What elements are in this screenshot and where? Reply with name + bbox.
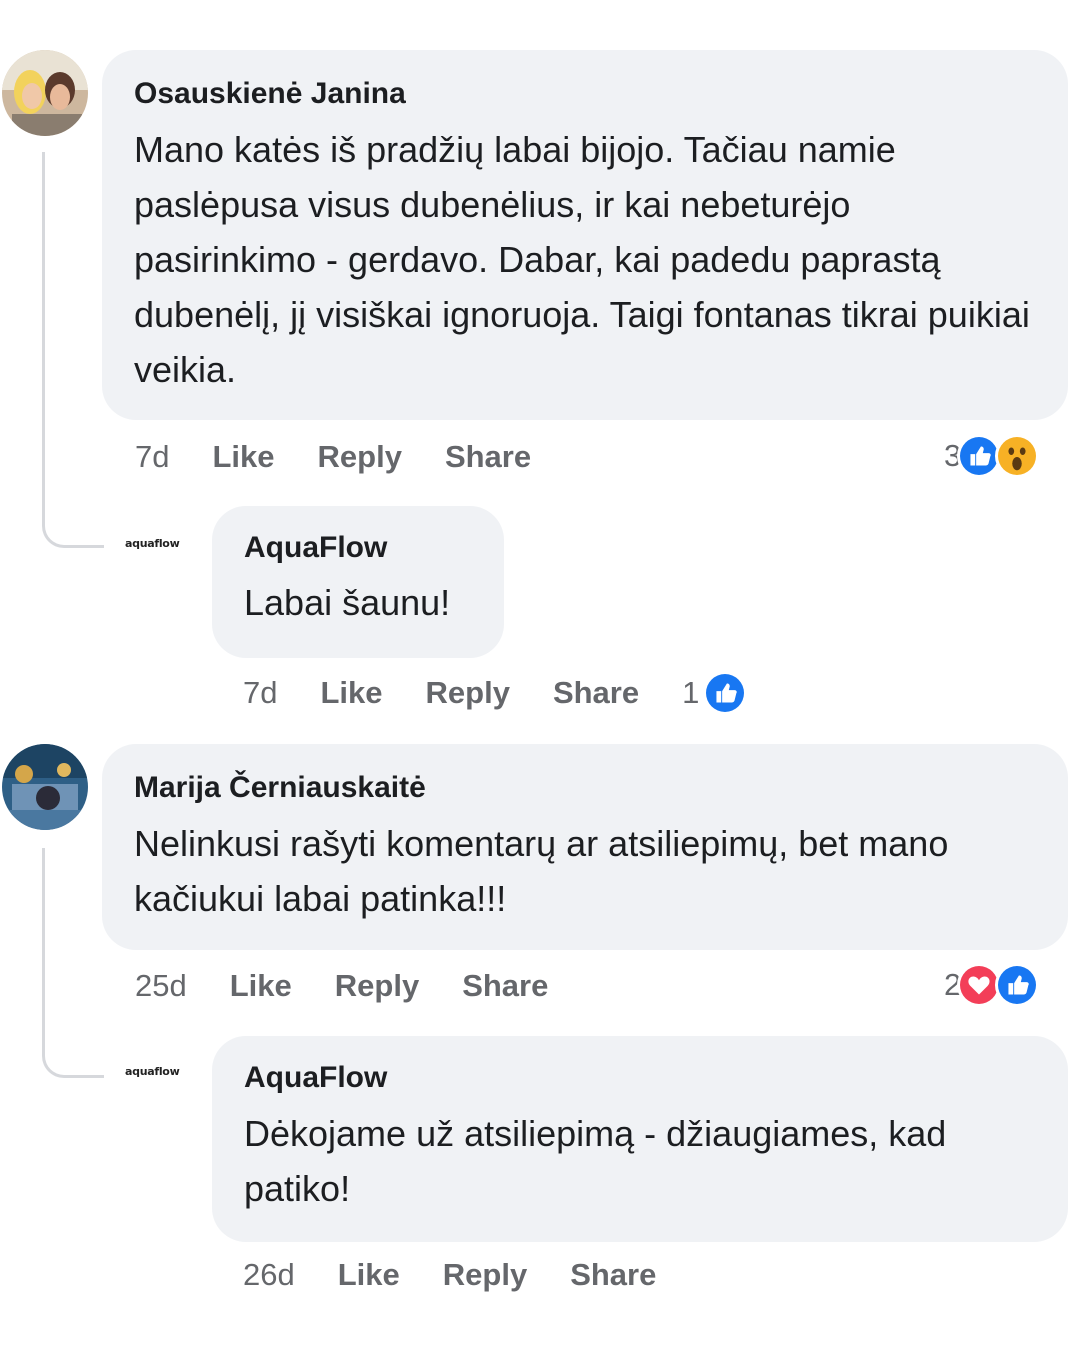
like-button[interactable]: Like: [230, 968, 292, 1004]
reply-author[interactable]: AquaFlow: [244, 530, 472, 566]
comment-age[interactable]: 25d: [135, 968, 187, 1004]
reply-button[interactable]: Reply: [335, 968, 419, 1004]
comment-author[interactable]: Osauskienė Janina: [134, 76, 1036, 112]
avatar[interactable]: [2, 744, 88, 830]
like-button[interactable]: Like: [338, 1257, 400, 1293]
reply-text: Dėkojame už atsiliepimą - džiaugiames, k…: [244, 1113, 947, 1209]
reply-author[interactable]: AquaFlow: [244, 1060, 1036, 1096]
like-icon[interactable]: [703, 671, 748, 715]
comment-bubble: Osauskienė Janina Mano katės iš pradžių …: [102, 50, 1068, 420]
comment-text: Nelinkusi rašyti komentarų ar atsiliepim…: [134, 823, 949, 919]
share-button[interactable]: Share: [570, 1257, 656, 1293]
share-button[interactable]: Share: [445, 439, 531, 475]
comment-age[interactable]: 7d: [135, 439, 169, 475]
reply-age[interactable]: 26d: [243, 1257, 295, 1293]
reaction-summary[interactable]: 3: [944, 433, 1040, 479]
reaction-summary[interactable]: 2: [944, 962, 1040, 1008]
share-button[interactable]: Share: [553, 675, 639, 711]
aquaflow-logo[interactable]: aquaflow: [125, 1065, 180, 1078]
thread-curve: [42, 508, 104, 548]
comment-actions: 25d Like Reply Share: [135, 963, 591, 1009]
reply-button[interactable]: Reply: [426, 675, 510, 711]
like-button[interactable]: Like: [320, 675, 382, 711]
reply-text: Labai šaunu!: [244, 582, 451, 623]
wow-icon: [995, 434, 1040, 478]
avatar[interactable]: [2, 50, 88, 136]
comment-bubble: Marija Černiauskaitė Nelinkusi rašyti ko…: [102, 744, 1068, 950]
reply-bubble: AquaFlow Dėkojame už atsiliepimą - džiau…: [212, 1036, 1068, 1242]
aquaflow-logo[interactable]: aquaflow: [125, 537, 180, 550]
like-icon: [995, 963, 1040, 1007]
thread-line: [42, 152, 45, 512]
thread-line: [42, 848, 45, 1040]
reply-button[interactable]: Reply: [443, 1257, 527, 1293]
reaction-count[interactable]: 1: [682, 675, 699, 711]
reply-age[interactable]: 7d: [243, 675, 277, 711]
share-button[interactable]: Share: [462, 968, 548, 1004]
reply-bubble: AquaFlow Labai šaunu!: [212, 506, 504, 658]
comment-author[interactable]: Marija Černiauskaitė: [134, 770, 1036, 806]
comment-actions: 7d Like Reply Share: [135, 434, 574, 480]
like-button[interactable]: Like: [212, 439, 274, 475]
reply-button[interactable]: Reply: [318, 439, 402, 475]
reply-actions: 7d Like Reply Share 1: [243, 670, 748, 716]
thread-curve: [42, 1038, 104, 1078]
comment-text: Mano katės iš pradžių labai bijojo. Tači…: [134, 129, 1030, 390]
reply-actions: 26d Like Reply Share: [243, 1252, 699, 1298]
